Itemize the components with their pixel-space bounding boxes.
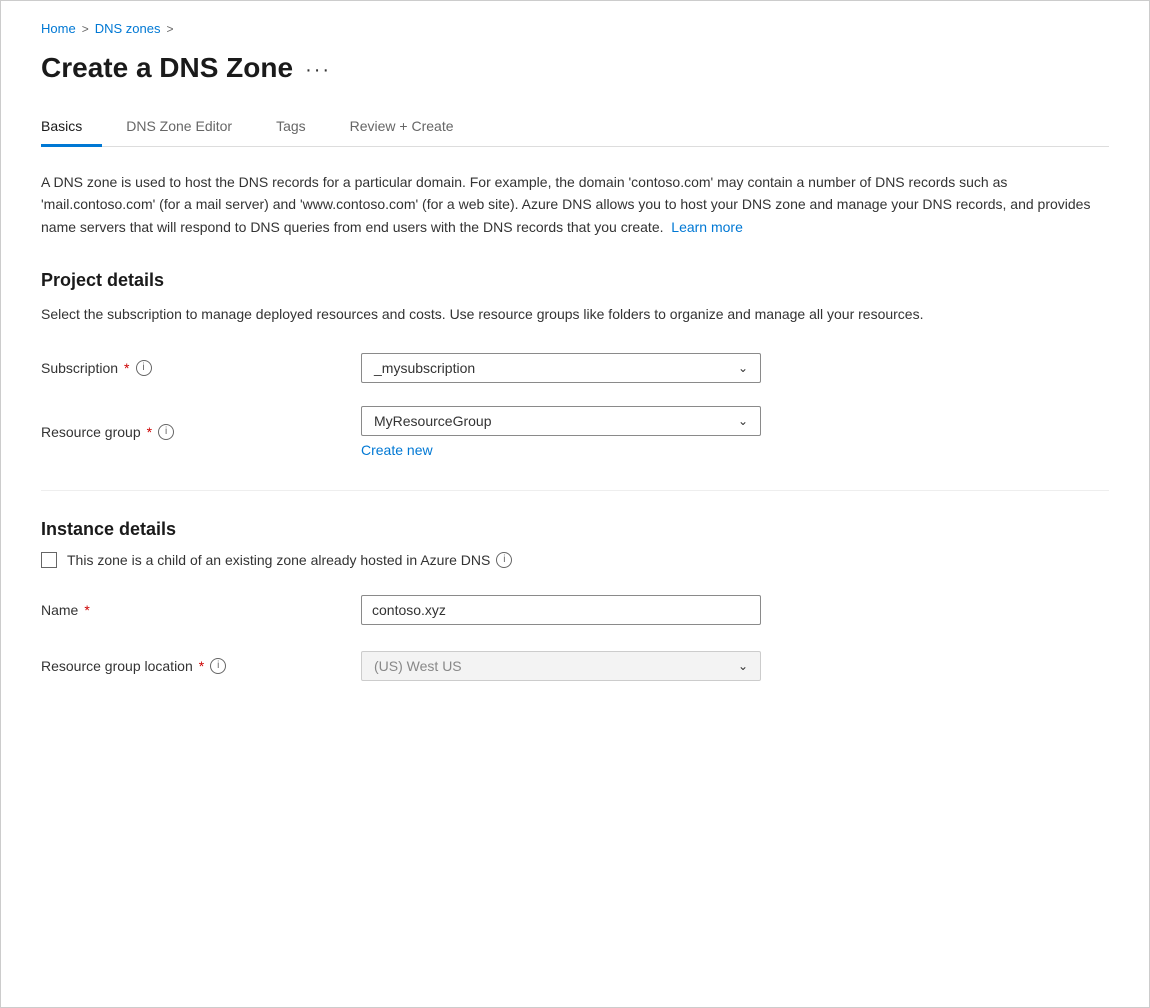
subscription-info-icon[interactable]: i [136,360,152,376]
subscription-control-wrapper: _mysubscription ⌄ [361,353,761,383]
subscription-value: _mysubscription [374,360,475,376]
instance-details-title: Instance details [41,519,1109,540]
tab-dns-zone-editor[interactable]: DNS Zone Editor [126,108,252,147]
name-input[interactable] [361,595,761,625]
subscription-row: Subscription * i _mysubscription ⌄ [41,350,1109,386]
name-required: * [84,602,89,618]
resource-group-location-chevron-icon: ⌄ [738,659,748,673]
resource-group-value: MyResourceGroup [374,413,492,429]
resource-group-location-row: Resource group location * i (US) West US… [41,648,1109,684]
subscription-dropdown[interactable]: _mysubscription ⌄ [361,353,761,383]
breadcrumb-home[interactable]: Home [41,21,76,36]
breadcrumb-sep2: > [166,22,173,36]
tab-basics[interactable]: Basics [41,108,102,147]
name-control-wrapper [361,595,761,625]
child-zone-label: This zone is a child of an existing zone… [67,552,512,568]
resource-group-chevron-icon: ⌄ [738,414,748,428]
resource-group-label: Resource group * i [41,424,361,440]
resource-group-location-required: * [199,658,204,674]
resource-group-location-info-icon[interactable]: i [210,658,226,674]
resource-group-control-wrapper: MyResourceGroup ⌄ Create new [361,406,761,458]
child-zone-info-icon[interactable]: i [496,552,512,568]
create-new-link[interactable]: Create new [361,442,433,458]
resource-group-location-control-wrapper: (US) West US ⌄ [361,651,761,681]
tab-review-create[interactable]: Review + Create [350,108,474,147]
name-label: Name * [41,602,361,618]
section-divider [41,490,1109,491]
subscription-label: Subscription * i [41,360,361,376]
subscription-chevron-icon: ⌄ [738,361,748,375]
resource-group-required: * [147,424,152,440]
page-title: Create a DNS Zone [41,52,293,84]
resource-group-info-icon[interactable]: i [158,424,174,440]
description-text: A DNS zone is used to host the DNS recor… [41,171,1091,238]
project-details-subtitle: Select the subscription to manage deploy… [41,303,1091,325]
learn-more-link[interactable]: Learn more [671,219,743,235]
name-row: Name * [41,592,1109,628]
resource-group-dropdown[interactable]: MyResourceGroup ⌄ [361,406,761,436]
breadcrumb: Home > DNS zones > [41,21,1109,36]
child-zone-row: This zone is a child of an existing zone… [41,552,1109,568]
tab-bar: Basics DNS Zone Editor Tags Review + Cre… [41,108,1109,147]
subscription-required: * [124,360,129,376]
project-details-title: Project details [41,270,1109,291]
breadcrumb-sep1: > [82,22,89,36]
child-zone-checkbox[interactable] [41,552,57,568]
instance-details-section: Instance details This zone is a child of… [41,519,1109,684]
tab-tags[interactable]: Tags [276,108,326,147]
project-details-section: Project details Select the subscription … [41,270,1109,457]
more-options-button[interactable]: ··· [305,59,331,82]
resource-group-location-dropdown: (US) West US ⌄ [361,651,761,681]
resource-group-row: Resource group * i MyResourceGroup ⌄ Cre… [41,406,1109,458]
breadcrumb-dns-zones[interactable]: DNS zones [95,21,161,36]
resource-group-location-value: (US) West US [374,658,462,674]
resource-group-location-label: Resource group location * i [41,658,361,674]
